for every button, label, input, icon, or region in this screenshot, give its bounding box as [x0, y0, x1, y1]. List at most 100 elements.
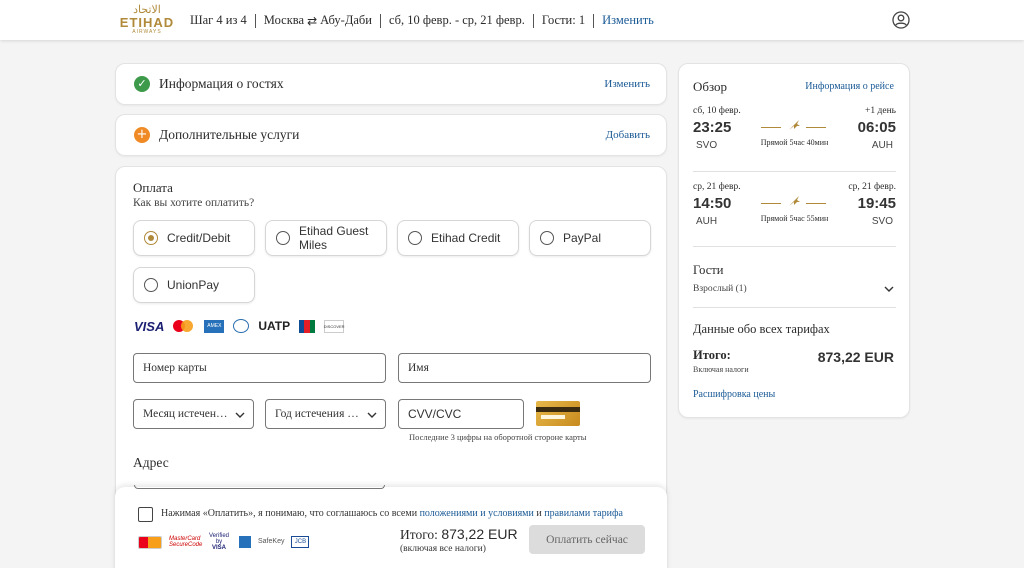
extras-title: Дополнительные услуги [159, 127, 300, 142]
verified-by-visa-seal: Verified by VISA [206, 533, 232, 551]
route-line [761, 203, 781, 204]
guests-title: Гости [693, 263, 724, 277]
option-label: Etihad Guest Miles [299, 224, 369, 252]
arrival-day-note: +1 день [865, 106, 896, 116]
cardholder-name-input[interactable]: Имя [398, 353, 651, 383]
departure-time: 14:50 [693, 195, 732, 212]
radio-icon[interactable] [144, 278, 158, 292]
plus-icon: + [134, 127, 150, 143]
check-icon: ✓ [134, 76, 150, 92]
visa-logo: VISA [134, 318, 165, 334]
divider [379, 13, 381, 28]
radio-icon[interactable] [540, 231, 554, 245]
departure-time: 23:25 [693, 119, 732, 136]
chevron-down-icon [235, 412, 245, 418]
radio-icon[interactable] [408, 231, 422, 245]
edit-guests-link[interactable]: Изменить [604, 78, 650, 90]
mastercard-securecode-seal: MasterCard SecureCode [169, 536, 203, 548]
summary-title: Обзор [693, 79, 728, 94]
divider [254, 13, 256, 28]
airplane-icon [789, 196, 800, 206]
name-placeholder: Имя [408, 362, 429, 374]
guest-info-section[interactable]: ✓ Информация о гостях Изменить [115, 63, 667, 105]
extras-section[interactable]: + Дополнительные услуги Добавить [115, 114, 667, 156]
cvv-placeholder: CVV/CVC [408, 407, 462, 421]
payment-title: Оплата [133, 180, 173, 195]
route-line [806, 127, 826, 128]
pay-now-button[interactable]: Оплатить сейчас [529, 525, 645, 554]
travel-dates: сб, 10 февр. - ср, 21 февр. [388, 13, 525, 27]
footer-total: Итого: 873,22 EUR [400, 526, 518, 543]
payment-option-credit-debit[interactable]: Credit/Debit [133, 220, 255, 256]
logo-text: ETIHAD [119, 15, 175, 30]
terms-and: и [536, 508, 542, 519]
price-breakdown-link[interactable]: Расшифровка цены [693, 389, 775, 400]
security-seals: MasterCard SecureCode Verified by VISA Sa… [138, 533, 316, 551]
fares-title: Данные обо всех тарифах [693, 322, 830, 336]
arrival-time: 19:45 [857, 195, 896, 212]
flight-info-link[interactable]: Информация о рейсе [805, 81, 894, 92]
departure-date: сб, 10 февр. [693, 106, 741, 116]
route-line [761, 127, 781, 128]
departure-airport: AUH [696, 216, 718, 227]
radio-selected-icon[interactable] [144, 231, 158, 245]
flight-duration: Прямой 5час 40мин [760, 138, 829, 147]
summary-taxes-note: Включая налоги [693, 365, 749, 374]
expiry-year-select[interactable]: Год истечения срока [265, 399, 386, 429]
seal-image [138, 535, 162, 549]
safekey-seal: SafeKey [258, 538, 285, 545]
top-header: الاتحاد ETIHAD AIRWAYS Шаг 4 из 4 Москва… [0, 0, 1024, 40]
cvv-input[interactable]: CVV/CVC [398, 399, 524, 429]
change-trip-link[interactable]: Изменить [602, 13, 654, 28]
origin-city: Москва [263, 13, 305, 27]
departure-date: ср, 21 февр. [693, 182, 741, 192]
amex-seal-icon [239, 536, 251, 548]
terms-prefix: Нажимая «Оплатить», я понимаю, что согла… [161, 508, 418, 519]
terms-checkbox[interactable] [138, 507, 153, 522]
destination-city: Абу-Даби [320, 13, 372, 27]
add-extras-link[interactable]: Добавить [606, 129, 650, 141]
divider [532, 13, 534, 28]
user-account-icon[interactable] [892, 11, 910, 29]
fare-rules-link[interactable]: правилами тарифа [544, 508, 623, 519]
etihad-logo[interactable]: الاتحاد ETIHAD AIRWAYS [116, 5, 178, 36]
terms-conditions-link[interactable]: положениями и условиями [420, 508, 534, 519]
payment-option-etihad-credit[interactable]: Etihad Credit [397, 220, 519, 256]
card-back-icon [536, 401, 580, 426]
radio-icon[interactable] [276, 231, 290, 245]
cvv-hint: Последние 3 цифры на оборотной стороне к… [409, 432, 587, 442]
seal-text: MasterCard SecureCode [169, 536, 203, 548]
address-input-partial[interactable] [134, 485, 385, 489]
option-label: UnionPay [167, 278, 220, 292]
card-number-input[interactable]: Номер карты [133, 353, 386, 383]
chevron-down-icon[interactable] [883, 283, 895, 295]
address-title: Адрес [133, 455, 169, 470]
guests-row[interactable]: Взрослый (1) [693, 284, 747, 294]
option-label: Etihad Credit [431, 231, 501, 245]
departure-airport: SVO [696, 140, 718, 151]
round-trip-icon: ⇄ [307, 13, 318, 28]
guest-count: Гости: 1 [541, 13, 586, 27]
footer-total-value: 873,22 EUR [441, 526, 518, 542]
card-number-placeholder: Номер карты [143, 362, 207, 374]
arrival-time: 06:05 [857, 119, 896, 136]
accepted-cards-logos: VISA AMEX UATP DISCOVER [134, 318, 353, 334]
arrival-date: ср, 21 февр. [848, 182, 896, 192]
footer-taxes-note: (включая все налоги) [400, 544, 486, 554]
divider [693, 307, 896, 308]
arrival-airport: SVO [871, 216, 893, 227]
payment-option-paypal[interactable]: PayPal [529, 220, 651, 256]
expiry-month-select[interactable]: Месяц истечения срока [133, 399, 254, 429]
booking-summary-panel: Обзор Информация о рейсе сб, 10 февр. +1… [678, 63, 910, 418]
diners-logo [233, 319, 250, 333]
jcb-logo [299, 319, 316, 333]
summary-total-label: Итого: [693, 348, 731, 362]
airplane-icon [789, 120, 800, 130]
arrival-airport: AUH [871, 140, 893, 151]
route-line [806, 203, 826, 204]
amex-logo: AMEX [204, 319, 225, 333]
footer-total-label: Итого: [400, 527, 438, 542]
payment-option-unionpay[interactable]: UnionPay [133, 267, 255, 303]
discover-logo: DISCOVER [324, 319, 345, 333]
payment-option-guest-miles[interactable]: Etihad Guest Miles [265, 220, 387, 256]
